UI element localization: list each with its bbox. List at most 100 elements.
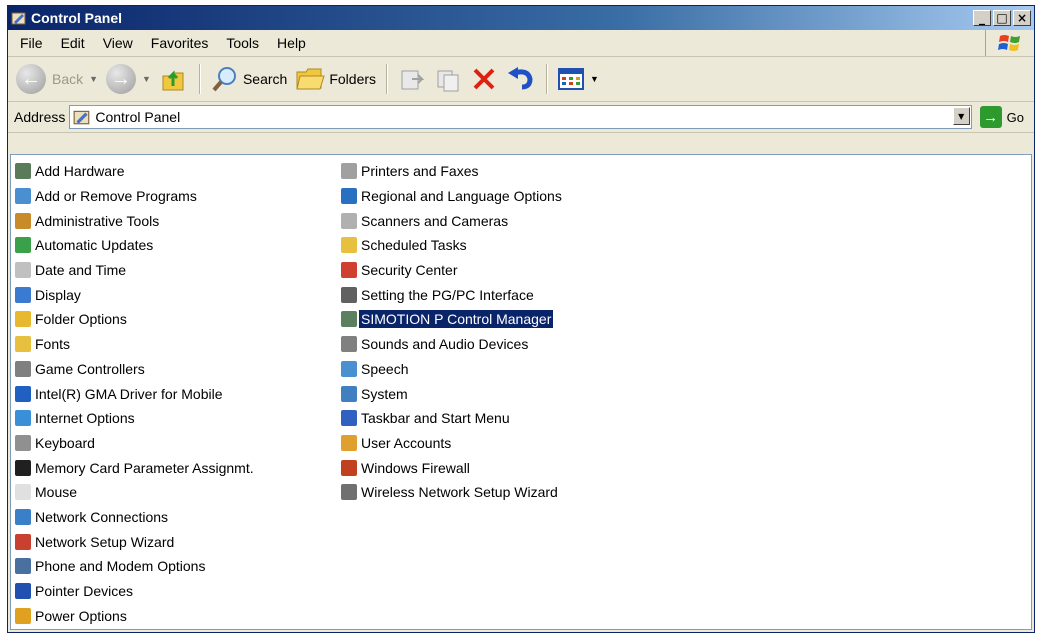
menu-view[interactable]: View [94, 30, 142, 56]
item-label: SIMOTION P Control Manager [359, 310, 554, 329]
item-label: Security Center [361, 262, 458, 279]
forward-button[interactable]: → ▼ [102, 61, 155, 97]
close-button[interactable]: × [1013, 10, 1031, 26]
item-label: Printers and Faxes [361, 163, 479, 180]
intel-icon [15, 385, 31, 402]
control-panel-item[interactable]: Network Setup Wizard [15, 529, 256, 554]
control-panel-item[interactable]: Scheduled Tasks [341, 233, 564, 258]
control-panel-item[interactable]: Pointer Devices [15, 579, 256, 604]
item-label: Pointer Devices [35, 583, 134, 600]
pointer-icon [15, 583, 31, 600]
gamepad-icon [15, 360, 31, 377]
menu-bar: File Edit View Favorites Tools Help [8, 30, 1034, 57]
item-label: Speech [361, 360, 409, 377]
hardware-icon [15, 163, 31, 180]
go-button[interactable]: → Go [979, 106, 1024, 128]
maximize-icon: □ [996, 11, 1008, 25]
up-folder-icon [162, 70, 184, 91]
maximize-button[interactable]: □ [993, 10, 1011, 26]
control-panel-item[interactable]: Setting the PG/PC Interface [341, 282, 564, 307]
wireless-icon [341, 484, 357, 501]
control-panel-item[interactable]: Folder Options [15, 307, 256, 332]
control-panel-item[interactable]: Administrative Tools [15, 208, 256, 233]
item-label: Display [35, 286, 81, 303]
menu-favorites[interactable]: Favorites [142, 30, 218, 56]
scanner-icon [341, 212, 357, 229]
programs-icon [15, 188, 31, 205]
control-panel-item[interactable]: Printers and Faxes [341, 159, 564, 184]
control-panel-item[interactable]: User Accounts [341, 431, 564, 456]
item-label: Setting the PG/PC Interface [361, 286, 534, 303]
item-label: Automatic Updates [35, 237, 154, 254]
control-panel-item[interactable]: Regional and Language Options [341, 184, 564, 209]
delete-button[interactable] [466, 61, 502, 97]
address-dropdown-icon[interactable]: ▼ [952, 107, 970, 125]
mouse-icon [15, 484, 31, 501]
control-panel-item[interactable]: Display [15, 282, 256, 307]
item-label: Taskbar and Start Menu [361, 410, 510, 427]
control-panel-small-icon [73, 110, 90, 125]
menu-tools[interactable]: Tools [217, 30, 268, 56]
control-panel-item[interactable]: Automatic Updates [15, 233, 256, 258]
back-label: Back [52, 71, 84, 87]
control-panel-item[interactable]: Power Options [15, 603, 256, 628]
views-dropdown-icon[interactable]: ▼ [590, 74, 599, 84]
item-label: Power Options [35, 607, 127, 624]
back-button[interactable]: ← Back ▼ [12, 61, 102, 97]
fonts-icon [15, 336, 31, 353]
folders-icon [296, 68, 326, 90]
control-panel-item[interactable]: Date and Time [15, 258, 256, 283]
folders-button[interactable]: Folders [291, 61, 380, 97]
control-panel-item[interactable]: Security Center [341, 258, 564, 283]
control-panel-item[interactable]: Network Connections [15, 505, 256, 530]
undo-icon [508, 67, 533, 90]
copy-to-button[interactable] [430, 61, 466, 97]
menu-file[interactable]: File [8, 30, 52, 56]
control-panel-item[interactable]: System [341, 381, 564, 406]
control-panel-item[interactable]: SIMOTION P Control Manager [341, 307, 564, 332]
control-panel-item[interactable]: Internet Options [15, 406, 256, 431]
menu-help[interactable]: Help [268, 30, 315, 56]
forward-dropdown-icon[interactable]: ▼ [142, 74, 151, 84]
control-panel-item[interactable]: Taskbar and Start Menu [341, 406, 564, 431]
control-panel-item[interactable]: Scanners and Cameras [341, 208, 564, 233]
address-value: Control Panel [95, 109, 181, 125]
item-label: Mouse [35, 484, 78, 501]
undo-button[interactable] [502, 61, 540, 97]
phone-icon [15, 558, 31, 575]
item-label: Memory Card Parameter Assignmt. [35, 459, 254, 476]
control-panel-item[interactable]: Mouse [15, 480, 256, 505]
item-label: System [361, 385, 408, 402]
pgpc-icon [341, 286, 357, 303]
back-dropdown-icon[interactable]: ▼ [89, 74, 98, 84]
minimize-button[interactable]: _ [973, 10, 991, 26]
search-button[interactable]: Search [207, 61, 291, 97]
item-label: Fonts [35, 336, 71, 353]
control-panel-item[interactable]: Sounds and Audio Devices [341, 332, 564, 357]
menu-edit[interactable]: Edit [52, 30, 94, 56]
control-panel-item[interactable]: Speech [341, 357, 564, 382]
item-label: Date and Time [35, 262, 127, 279]
control-panel-window: Control Panel _ □ × File Edit View Favor… [7, 5, 1035, 633]
control-panel-item[interactable]: Add or Remove Programs [15, 184, 256, 209]
control-panel-item[interactable]: Keyboard [15, 431, 256, 456]
item-label: Phone and Modem Options [35, 558, 206, 575]
views-button[interactable]: ▼ [554, 61, 603, 97]
address-input[interactable]: Control Panel ▼ [69, 105, 972, 129]
control-panel-item[interactable]: Intel(R) GMA Driver for Mobile [15, 381, 256, 406]
control-panel-item[interactable]: Phone and Modem Options [15, 554, 256, 579]
up-folder-button[interactable] [155, 61, 193, 97]
move-to-button[interactable] [394, 61, 430, 97]
title-bar[interactable]: Control Panel _ □ × [8, 6, 1034, 30]
control-panel-item[interactable]: Wireless Network Setup Wizard [341, 480, 564, 505]
item-label: Sounds and Audio Devices [361, 336, 529, 353]
globe-icon [341, 188, 357, 205]
control-panel-item[interactable]: Game Controllers [15, 357, 256, 382]
control-panel-item[interactable]: Fonts [15, 332, 256, 357]
control-panel-item[interactable]: Add Hardware [15, 159, 256, 184]
control-panel-item[interactable]: Memory Card Parameter Assignmt. [15, 455, 256, 480]
display-icon [15, 286, 31, 303]
item-label: Folder Options [35, 311, 127, 328]
control-panel-item[interactable]: Windows Firewall [341, 455, 564, 480]
item-label: Network Connections [35, 508, 169, 525]
